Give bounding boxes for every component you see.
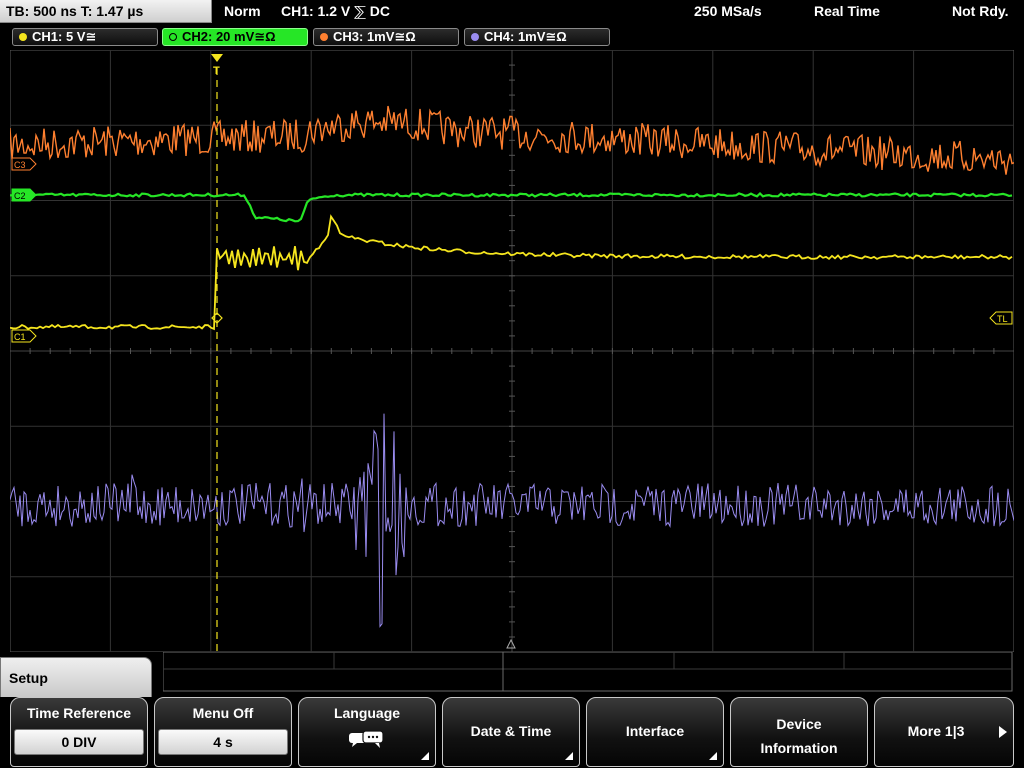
sample-rate: 250 MSa/s — [694, 3, 762, 19]
next-page-arrow-icon — [999, 726, 1007, 738]
ch3-label: CH3: 1mV≅Ω — [333, 29, 416, 44]
ch1-label: CH1: 5 V≅ — [32, 29, 97, 44]
time-reference-label: Time Reference — [26, 705, 131, 721]
menu-off-value: 4 s — [158, 729, 288, 755]
trigger-source[interactable]: CH1: 1.2 V ⅀ DC — [281, 3, 390, 20]
time-reference-softkey[interactable]: Time Reference 0 DIV — [10, 697, 148, 767]
interface-softkey[interactable]: Interface — [586, 697, 724, 767]
language-label: Language — [333, 705, 401, 721]
ch1-color-icon — [19, 33, 27, 41]
timebase-readout[interactable]: TB: 500 ns T: 1.47 µs — [0, 0, 212, 23]
channel-tab-ch2[interactable]: CH2: 20 mV≅Ω — [162, 28, 308, 46]
svg-text:C3: C3 — [14, 160, 26, 170]
submenu-corner-icon — [421, 752, 429, 760]
channel-tab-ch1[interactable]: CH1: 5 V≅ — [12, 28, 158, 46]
menu-off-label: Menu Off — [192, 705, 254, 721]
trigger-status: Not Rdy. — [952, 3, 1009, 19]
ch4-color-icon — [471, 33, 479, 41]
ch1-ground-marker[interactable]: C1 — [11, 329, 37, 343]
ch3-ground-marker[interactable]: C3 — [11, 157, 37, 171]
ch3-color-icon — [320, 33, 328, 41]
trigger-mode[interactable]: Norm — [224, 3, 261, 19]
date-time-label: Date & Time — [470, 723, 552, 739]
interface-label: Interface — [625, 723, 685, 739]
svg-text:T: T — [213, 65, 220, 77]
status-bar: TB: 500 ns T: 1.47 µs Norm CH1: 1.2 V ⅀ … — [0, 0, 1024, 26]
menu-off-softkey[interactable]: Menu Off 4 s — [154, 697, 292, 767]
svg-text:C2: C2 — [14, 191, 26, 201]
menu-area-divider — [163, 652, 1013, 692]
channel-tab-ch4[interactable]: CH4: 1mV≅Ω — [464, 28, 610, 46]
submenu-corner-icon — [565, 752, 573, 760]
ch2-color-icon — [169, 33, 177, 41]
ch2-label: CH2: 20 mV≅Ω — [182, 29, 276, 44]
svg-text:TL: TL — [997, 314, 1008, 324]
waveform-display[interactable]: T C3 C2 C1 TL — [10, 50, 1014, 652]
more-softkey[interactable]: More 1|3 — [874, 697, 1014, 767]
more-label: More 1|3 — [907, 723, 965, 739]
menu-title: Setup — [0, 657, 152, 697]
speech-bubbles-icon — [349, 730, 384, 748]
submenu-corner-icon — [709, 752, 717, 760]
language-softkey[interactable]: Language — [298, 697, 436, 767]
device-information-label: Device Information — [760, 716, 838, 756]
ch4-label: CH4: 1mV≅Ω — [484, 29, 567, 44]
channel-tab-ch3[interactable]: CH3: 1mV≅Ω — [313, 28, 459, 46]
device-information-softkey[interactable]: Device Information — [730, 697, 868, 767]
ch2-ground-marker[interactable]: C2 — [11, 188, 37, 202]
time-reference-value: 0 DIV — [14, 729, 144, 755]
acquisition-mode: Real Time — [814, 3, 880, 19]
svg-text:C1: C1 — [14, 332, 26, 342]
date-time-softkey[interactable]: Date & Time — [442, 697, 580, 767]
